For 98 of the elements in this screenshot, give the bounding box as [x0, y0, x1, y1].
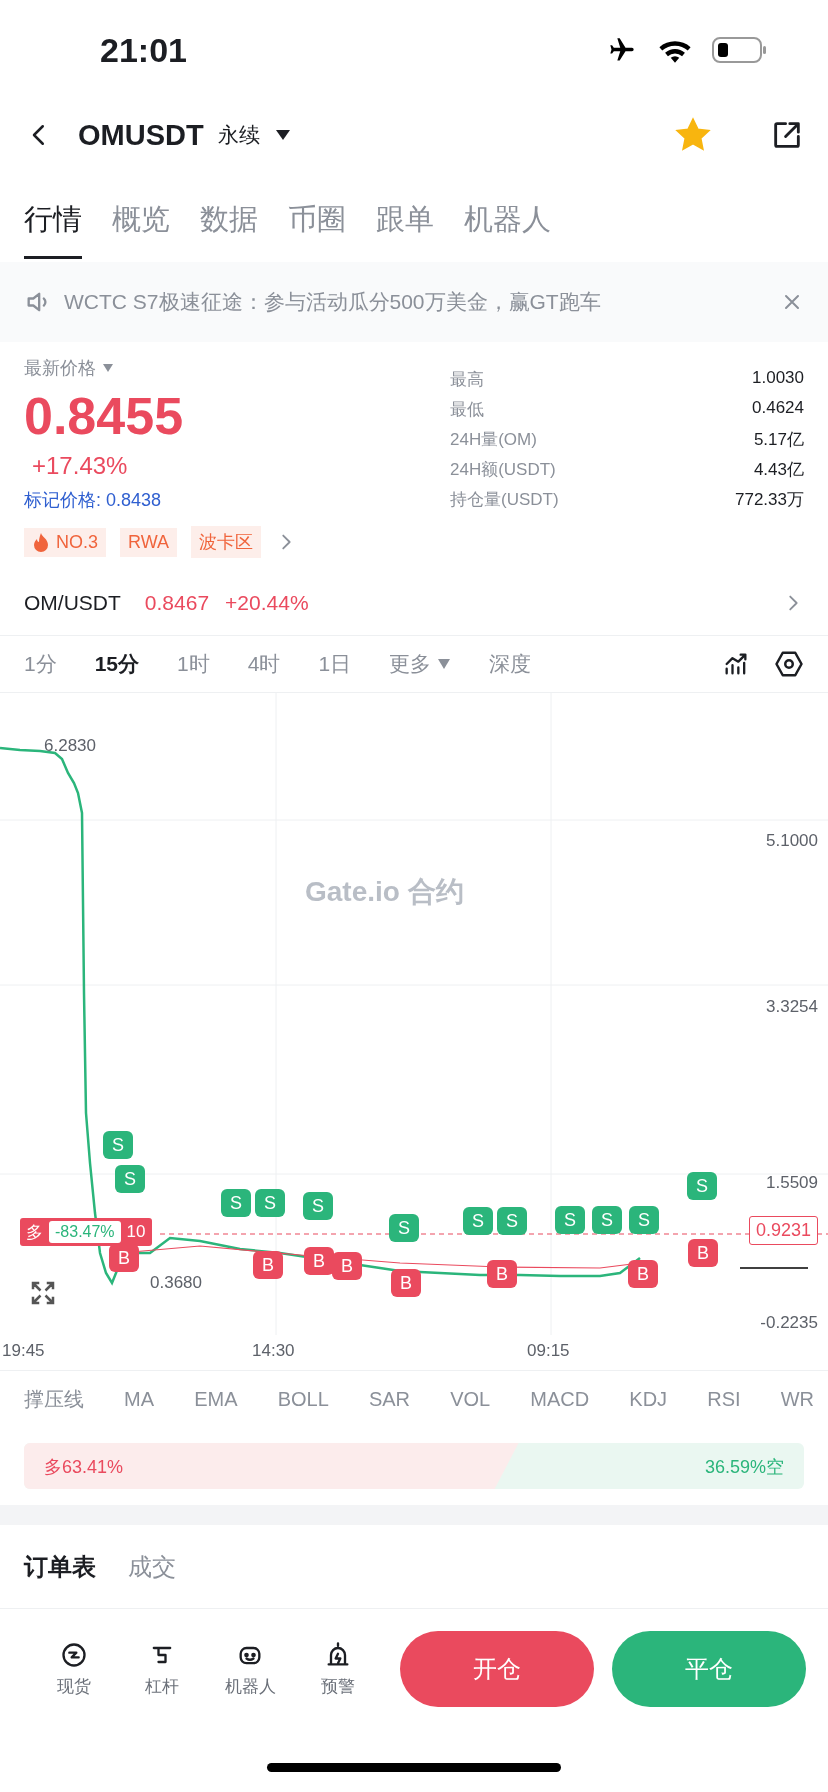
axis-label: -0.2235	[760, 1313, 818, 1333]
settings-icon[interactable]	[774, 649, 804, 679]
sell-marker: S	[555, 1206, 585, 1234]
sell-marker: S	[629, 1206, 659, 1234]
axis-label: 1.5509	[766, 1173, 818, 1193]
sell-marker: S	[115, 1165, 145, 1193]
order-tab[interactable]: 成交	[128, 1550, 176, 1583]
nav-item[interactable]: 预警	[294, 1640, 382, 1698]
tag[interactable]: 波卡区	[191, 526, 262, 558]
spot-change: +20.44%	[225, 590, 309, 615]
last-price-tag: 0.9231	[748, 1216, 818, 1245]
indicator-tab[interactable]: RSI	[707, 1387, 741, 1411]
indicator-tab[interactable]: EMA	[194, 1387, 238, 1411]
stat-label: 持仓量(USDT)	[450, 489, 560, 511]
indicator-tab[interactable]: MA	[124, 1387, 155, 1411]
position-leverage: 10	[126, 1222, 146, 1242]
high-price-label: 6.2830	[44, 736, 96, 756]
more-button[interactable]: 更多	[389, 650, 452, 678]
sell-marker: S	[103, 1131, 133, 1159]
order-tab[interactable]: 订单表	[24, 1550, 96, 1583]
indicator-tab[interactable]: MACD	[530, 1387, 590, 1411]
mark-price: 标记价格: 0.8438	[24, 489, 163, 512]
stat-label: 24H额(USDT)	[450, 459, 557, 481]
buy-marker: B	[487, 1260, 517, 1288]
tab[interactable]: 币圈	[288, 200, 346, 259]
dropdown-icon	[437, 658, 452, 670]
indicator-tab[interactable]: BOLL	[277, 1387, 329, 1411]
close-position-button[interactable]: 平仓	[612, 1631, 806, 1707]
position-pnl: -83.47%	[49, 1221, 121, 1243]
stat-value: 0.4624	[751, 398, 804, 419]
nav-item[interactable]: 现货	[30, 1640, 118, 1698]
buy-marker: B	[391, 1269, 421, 1297]
timeframe-tab[interactable]: 15分	[94, 650, 140, 678]
spot-price: 0.8467	[144, 590, 210, 615]
buy-marker: B	[109, 1244, 139, 1272]
nav-item[interactable]: 杠杆	[118, 1640, 206, 1698]
sell-marker: S	[687, 1172, 717, 1200]
status-time: 21:01	[100, 30, 187, 70]
entry-price-line	[739, 1267, 809, 1269]
tag[interactable]: RWA	[120, 527, 178, 557]
position-side: 多	[26, 1221, 43, 1244]
indicator-tab[interactable]: KDJ	[629, 1387, 668, 1411]
flame-icon	[32, 532, 50, 552]
time-label: 19:45	[2, 1341, 45, 1361]
long-ratio: 多63.41%	[44, 1456, 124, 1479]
time-label: 09:15	[527, 1341, 570, 1361]
buy-marker: B	[688, 1239, 718, 1267]
sell-marker: S	[592, 1206, 622, 1234]
stat-label: 最高	[450, 369, 485, 391]
price-change: +17.43%	[32, 452, 129, 480]
tab[interactable]: 概览	[112, 200, 170, 259]
contract-type: 永续	[217, 122, 260, 148]
buy-marker: B	[304, 1247, 334, 1275]
sell-marker: S	[221, 1189, 251, 1217]
tab[interactable]: 跟单	[376, 200, 434, 259]
indicator-tab[interactable]: SAR	[368, 1387, 411, 1411]
buy-marker: B	[628, 1260, 658, 1288]
tag[interactable]: NO.3	[24, 527, 106, 557]
timeframe-tab[interactable]: 4时	[247, 650, 281, 678]
indicator-tab[interactable]: 撑压线	[24, 1385, 84, 1413]
stat-value: 4.43亿	[752, 459, 804, 481]
dropdown-icon[interactable]	[273, 128, 292, 142]
sell-marker: S	[303, 1192, 333, 1220]
indicator-tab[interactable]: VOL	[450, 1387, 491, 1411]
sell-marker: S	[389, 1214, 419, 1242]
stat-label: 24H量(OM)	[450, 429, 538, 451]
stat-label: 最低	[450, 399, 485, 421]
low-price-label: 0.3680	[150, 1273, 202, 1293]
sell-marker: S	[255, 1189, 285, 1217]
indicator-tab[interactable]: WR	[780, 1387, 814, 1411]
stat-value: 1.0030	[751, 368, 804, 389]
position-badge[interactable]: 多 -83.47% 10	[20, 1218, 152, 1246]
symbol-title: OMUSDT	[78, 118, 204, 152]
time-label: 14:30	[252, 1341, 295, 1361]
tab[interactable]: 机器人	[464, 200, 551, 259]
spot-pair[interactable]: OM/USDT	[24, 590, 121, 615]
tab[interactable]: 数据	[200, 200, 258, 259]
nav-item[interactable]: 机器人	[206, 1640, 294, 1698]
axis-label: 5.1000	[766, 831, 818, 851]
timeframe-tab[interactable]: 1分	[24, 650, 57, 678]
battery-icon	[712, 36, 768, 64]
last-price: 0.8455	[24, 386, 185, 446]
stat-value: 772.33万	[735, 489, 804, 511]
chart-watermark: Gate.io 合约	[305, 875, 464, 909]
buy-marker: B	[253, 1251, 283, 1279]
coin-icon[interactable]	[60, 1640, 88, 1669]
tab[interactable]: 行情	[24, 200, 82, 259]
depth-tab[interactable]: 深度	[489, 650, 532, 678]
axis-label: 3.3254	[766, 997, 818, 1017]
stat-value: 5.17亿	[752, 429, 804, 451]
short-ratio: 36.59%空	[704, 1456, 784, 1479]
sell-marker: S	[463, 1207, 493, 1235]
open-position-button[interactable]: 开仓	[400, 1631, 594, 1707]
timeframe-tab[interactable]: 1日	[318, 650, 352, 678]
buy-marker: B	[332, 1252, 362, 1280]
timeframe-tab[interactable]: 1时	[177, 650, 210, 678]
sell-marker: S	[497, 1207, 527, 1235]
price-label: 最新价格	[24, 357, 96, 380]
